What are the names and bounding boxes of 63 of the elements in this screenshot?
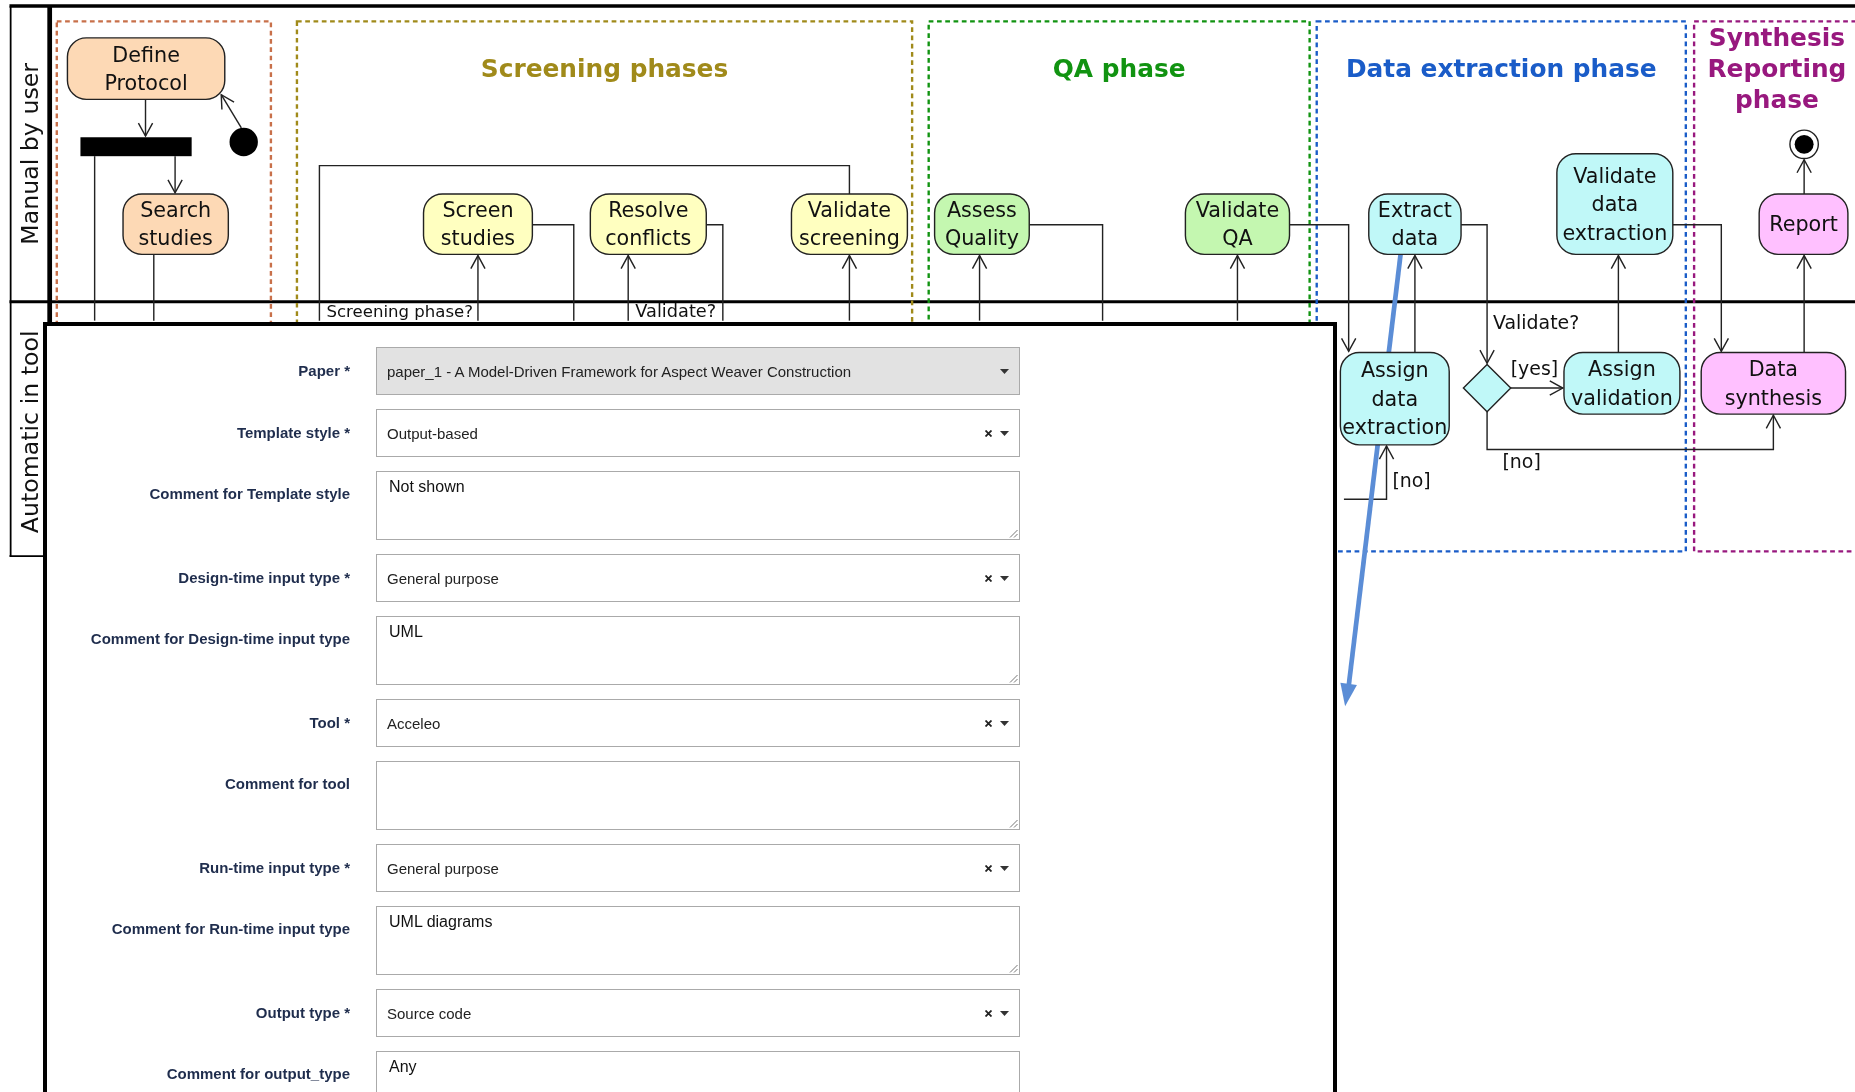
action-node: Extract data [1368, 193, 1462, 256]
action-node: Search studies [122, 193, 230, 256]
action-node: Define Protocol [66, 37, 226, 101]
field-label: Design-time input type * [178, 568, 350, 588]
clear-icon[interactable] [985, 429, 992, 437]
phase-title: Screening phases [480, 53, 729, 83]
action-node: Assign validation [1563, 351, 1681, 415]
action-node: Assess Quality [933, 193, 1030, 256]
resize-handle-icon[interactable] [1009, 674, 1018, 683]
action-node: Validate QA [1184, 193, 1291, 256]
field-label: Run-time input type * [199, 858, 350, 878]
field-label: Comment for tool [225, 774, 350, 794]
lane-label: Automatic in tool [15, 330, 44, 534]
comment-field[interactable]: Not shown [376, 471, 1020, 540]
comment-field[interactable]: UML [376, 616, 1020, 685]
field-label: Output type * [255, 1003, 350, 1023]
comment-field[interactable] [376, 761, 1020, 830]
caret-icon [1000, 865, 1009, 871]
clear-icon[interactable] [985, 1009, 992, 1017]
guard-label: Screening phase? [326, 302, 473, 322]
clear-icon[interactable] [985, 864, 992, 872]
end-node [1789, 129, 1820, 160]
guard-label: [yes] [1510, 357, 1559, 380]
phase-title: Synthesis Reporting phase [1707, 23, 1847, 114]
field-label: Tool * [309, 713, 350, 733]
dropdown-field[interactable]: Source code [376, 989, 1020, 1037]
resize-handle-icon[interactable] [1009, 964, 1018, 973]
guard-label: [no] [1392, 469, 1431, 492]
action-node: Assign data extraction [1339, 351, 1450, 446]
guard-label: [no] [1502, 450, 1541, 473]
action-node: Data synthesis [1700, 351, 1847, 415]
field-label: Template style * [236, 423, 350, 443]
clear-icon[interactable] [985, 574, 992, 582]
action-node: Screen studies [422, 193, 534, 256]
caret-icon [1000, 368, 1009, 374]
field-label: Comment for Run-time input type [111, 919, 350, 939]
caret-icon [1000, 575, 1009, 581]
phase-title: QA phase [1052, 53, 1186, 83]
resize-handle-icon[interactable] [1009, 819, 1018, 828]
lane-label: Manual by user [15, 63, 44, 245]
action-node: Validate data extraction [1556, 153, 1674, 256]
field-label: Comment for Design-time input type [90, 629, 350, 649]
phase-title: Data extraction phase [1345, 53, 1657, 83]
guard-label: Validate? [635, 301, 717, 322]
field-label: Comment for Template style [149, 484, 350, 504]
action-node: Resolve conflicts [589, 193, 707, 256]
field-label: Paper * [298, 361, 350, 381]
caret-icon [1000, 1010, 1009, 1016]
dropdown-field[interactable]: Output-based [376, 409, 1020, 457]
comment-field[interactable]: Any [376, 1051, 1020, 1092]
caret-icon [1000, 720, 1009, 726]
dropdown-field[interactable]: General purpose [376, 844, 1020, 892]
field-label: Comment for output_type [166, 1064, 350, 1084]
resize-handle-icon[interactable] [1009, 529, 1018, 538]
start-node [229, 127, 258, 157]
dropdown-field[interactable]: General purpose [376, 554, 1020, 602]
guard-label: Validate? [1493, 310, 1580, 333]
clear-icon[interactable] [985, 719, 992, 727]
action-node: Report [1758, 193, 1849, 256]
action-node: Validate screening [790, 193, 909, 256]
comment-field[interactable]: UML diagrams [376, 906, 1020, 975]
caret-icon [1000, 430, 1009, 436]
dropdown-field[interactable]: Acceleo [376, 699, 1020, 747]
